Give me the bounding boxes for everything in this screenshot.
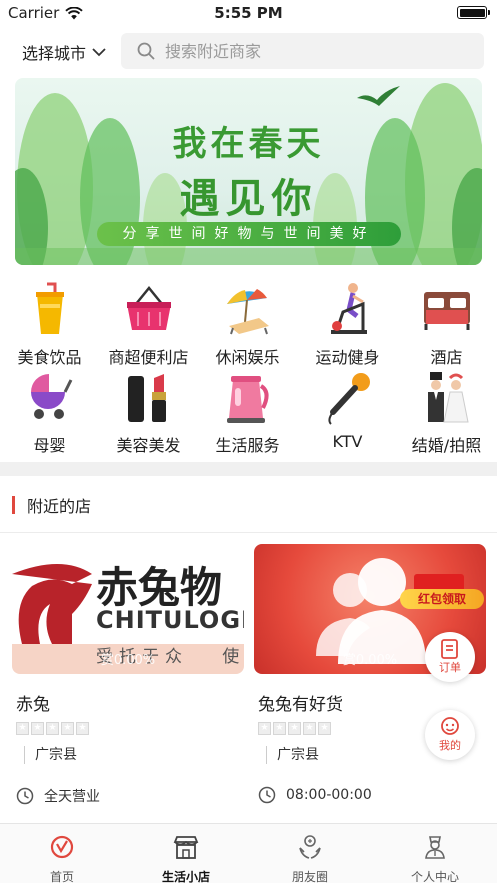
- tab-user-center[interactable]: 个人中心: [373, 830, 497, 883]
- store-location: 广宗县: [266, 746, 319, 764]
- store-hours-text: 全天营业: [44, 789, 100, 805]
- city-selector-label: 选择城市: [22, 44, 87, 63]
- star-icon: ★: [31, 722, 44, 735]
- orders-float-button[interactable]: 订单: [425, 632, 475, 682]
- search-input[interactable]: [165, 41, 465, 61]
- orders-float-label: 订单: [439, 661, 461, 674]
- star-icon: ★: [318, 722, 331, 735]
- store-hours-text: 08:00-00:00: [286, 787, 372, 803]
- rating-stars: ★ ★ ★ ★ ★: [258, 722, 331, 735]
- banner-line2: 遇见你: [179, 175, 318, 222]
- battery-icon: [457, 6, 490, 19]
- tab-friends[interactable]: 朋友圈: [248, 830, 372, 883]
- category-item-supermarket[interactable]: 商超便利店: [99, 280, 198, 368]
- beach-umbrella-icon: [227, 289, 269, 335]
- wedding-couple-icon: [428, 372, 469, 423]
- category-label: 美容美发: [116, 436, 181, 455]
- red-packet-badge[interactable]: 红包领取: [400, 574, 484, 610]
- tab-life-shop[interactable]: 生活小店: [124, 830, 248, 883]
- search-icon: [137, 42, 155, 60]
- category-item-food[interactable]: 美食饮品: [0, 280, 99, 368]
- category-label: 结婚/拍照: [411, 436, 482, 455]
- category-item-leisure[interactable]: 休闲娱乐: [198, 280, 297, 368]
- status-bar: Carrier 5:55 PM: [0, 0, 497, 26]
- friends-icon: [299, 835, 321, 859]
- category-item-life-service[interactable]: 生活服务: [198, 368, 297, 456]
- star-icon: ★: [288, 722, 301, 735]
- star-icon: ★: [61, 722, 74, 735]
- order-icon: [441, 639, 458, 659]
- category-item-hotel[interactable]: 酒店: [397, 280, 496, 368]
- star-icon: ★: [273, 722, 286, 735]
- shop-icon: [173, 836, 199, 859]
- status-time: 5:55 PM: [214, 4, 283, 22]
- category-item-ktv[interactable]: KTV: [298, 368, 397, 456]
- drink-cup-icon: [36, 282, 64, 334]
- smile-user-icon: [441, 717, 459, 735]
- category-item-baby[interactable]: 母婴: [0, 368, 99, 456]
- store-name: 兔兔有好货: [258, 695, 343, 715]
- rating-stars: ★ ★ ★ ★ ★: [16, 722, 89, 735]
- section-accent-bar: [12, 496, 15, 514]
- app-page: Carrier 5:55 PM 选择城市 搜索附近商家 我在春天 遇见你 分享世…: [0, 0, 497, 883]
- star-icon: ★: [258, 722, 271, 735]
- star-icon: ★: [303, 722, 316, 735]
- tab-home[interactable]: 首页: [0, 830, 124, 883]
- logo-text-en: CHITULOGI: [96, 606, 244, 634]
- category-label: 运动健身: [315, 348, 380, 367]
- category-item-fitness[interactable]: 运动健身: [298, 280, 397, 368]
- store-location: 广宗县: [24, 746, 77, 764]
- store-reward: 赏0.00%: [100, 653, 156, 668]
- store-card[interactable]: 赤兔物 CHITULOGI 受托于众 使 赏0.00% 赤兔 ★ ★ ★ ★ ★ 广宗县…: [12, 544, 244, 814]
- mine-float-button[interactable]: 我的: [425, 710, 475, 760]
- clock-icon: [258, 786, 276, 804]
- tab-label: 生活小店: [161, 870, 210, 883]
- bottom-tab-bar: 首页 生活小店 朋友圈 个人中心: [0, 823, 497, 883]
- search-box[interactable]: [121, 33, 484, 69]
- hotel-bed-icon: [424, 292, 470, 330]
- section-divider: [0, 462, 497, 476]
- store-hours: 08:00-00:00: [258, 786, 372, 804]
- shopping-basket-icon: [127, 286, 171, 330]
- city-selector[interactable]: 选择城市: [22, 40, 106, 64]
- tab-label: 首页: [49, 870, 74, 883]
- mine-float-label: 我的: [439, 739, 461, 752]
- category-label: 酒店: [430, 348, 463, 367]
- home-icon: [50, 835, 74, 859]
- banner-slogan: 分享世间好物与世间美好: [97, 222, 401, 246]
- category-item-beauty[interactable]: 美容美发: [99, 368, 198, 456]
- star-icon: ★: [76, 722, 89, 735]
- user-center-icon: [425, 836, 445, 859]
- clock-icon: [16, 787, 34, 805]
- swallow-icon: [357, 86, 400, 106]
- category-label: KTV: [332, 432, 363, 451]
- tab-label: 朋友圈: [291, 870, 328, 883]
- baby-stroller-icon: [31, 374, 73, 419]
- promo-banner[interactable]: 我在春天 遇见你 分享世间好物与世间美好: [15, 78, 482, 265]
- red-packet-label: 红包领取: [400, 589, 484, 609]
- category-label: 休闲娱乐: [215, 348, 280, 367]
- banner-line1: 我在春天: [172, 124, 325, 164]
- section-line: [0, 532, 497, 533]
- nearby-section-header: 附近的店: [12, 494, 91, 516]
- star-icon: ★: [46, 722, 59, 735]
- kettle-icon: [227, 376, 269, 423]
- section-title: 附近的店: [27, 497, 92, 516]
- category-item-wedding[interactable]: 结婚/拍照: [397, 368, 496, 456]
- category-label: 母婴: [33, 436, 66, 455]
- category-label: 美食饮品: [17, 348, 82, 367]
- exercise-bike-icon: [331, 283, 367, 334]
- store-name: 赤兔: [16, 695, 50, 715]
- chevron-down-icon: [92, 47, 106, 56]
- star-icon: ★: [16, 722, 29, 735]
- category-label: 生活服务: [215, 436, 280, 455]
- category-grid: 美食饮品 商超便利店 休闲娱乐 运动健身 酒店 母婴 美容美发 生活服务 KTV…: [0, 280, 497, 460]
- lipstick-icon: [128, 374, 166, 422]
- microphone-icon: [328, 373, 370, 425]
- top-bar: 选择城市: [0, 30, 497, 72]
- category-label: 商超便利店: [108, 348, 189, 367]
- store-image: 赤兔物 CHITULOGI 受托于众 使 赏0.00%: [12, 544, 244, 674]
- tab-label: 个人中心: [410, 870, 459, 883]
- store-hours: 全天营业: [16, 786, 100, 806]
